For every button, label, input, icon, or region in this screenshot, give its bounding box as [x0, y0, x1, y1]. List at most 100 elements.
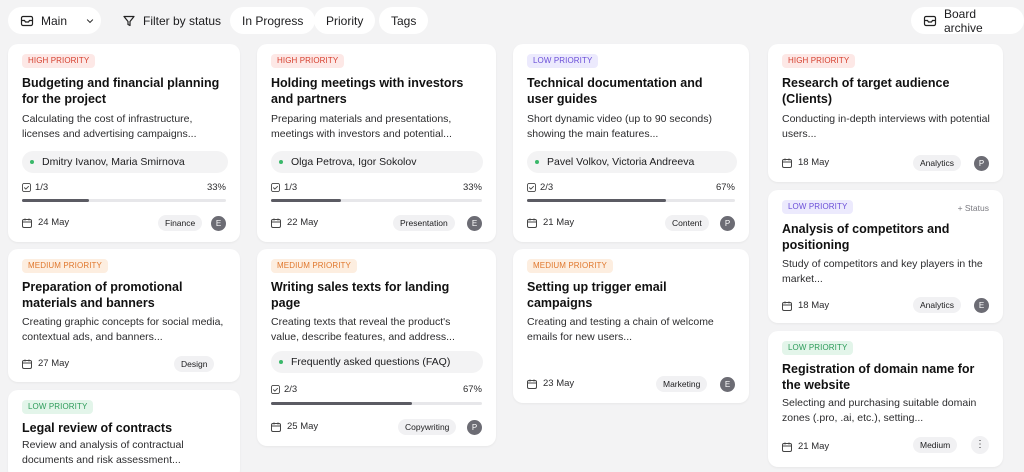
progress-fill — [271, 402, 413, 405]
task-card[interactable]: MEDIUM PRIORITY Writing sales texts for … — [257, 249, 496, 446]
progress-text: 1/3 — [284, 182, 298, 193]
task-title: Legal review of contracts — [22, 421, 173, 435]
priority-badge: LOW PRIORITY — [782, 341, 854, 355]
checklist-icon — [527, 183, 536, 192]
task-description: Conducting in-depth interviews with pote… — [782, 113, 990, 140]
due-date-text: 18 May — [798, 300, 830, 311]
task-title: Research of target audience (Clients) — [782, 76, 950, 106]
tag[interactable]: Design — [174, 356, 215, 372]
task-title: Budgeting and financial planning for the… — [22, 76, 220, 106]
task-card[interactable]: LOW PRIORITY Technical documentation and… — [513, 44, 749, 242]
progress-bar — [527, 199, 735, 202]
calendar-icon — [22, 359, 32, 369]
due-date: 21 May — [782, 441, 829, 452]
avatar: P — [974, 156, 989, 171]
add-status-button[interactable]: + Status — [958, 203, 989, 213]
due-date: 27 May — [22, 358, 69, 369]
calendar-icon — [782, 442, 792, 452]
due-date-text: 27 May — [38, 358, 70, 369]
task-card[interactable]: HIGH PRIORITY Holding meetings with inve… — [257, 44, 496, 242]
calendar-icon — [782, 301, 792, 311]
more-menu-icon[interactable]: ⋮ — [971, 436, 989, 454]
tab-tags[interactable]: Tags — [379, 7, 429, 34]
due-date-text: 23 May — [543, 378, 575, 389]
tag[interactable]: Copywriting — [398, 419, 457, 435]
due-date-text: 18 May — [798, 157, 830, 168]
task-card[interactable]: HIGH PRIORITY Research of target audienc… — [768, 44, 1003, 182]
task-description: Creating texts that reveal the product's… — [271, 316, 455, 343]
filter-by-status-button[interactable]: Filter by status — [122, 7, 221, 34]
progress-fill — [22, 199, 90, 202]
due-date: 18 May — [782, 300, 829, 311]
task-card[interactable]: MEDIUM PRIORITY Setting up trigger email… — [513, 249, 749, 403]
due-date-text: 21 May — [543, 217, 575, 228]
task-title: Holding meetings with investors and part… — [271, 76, 464, 106]
task-description: Preparing materials and presentations, m… — [271, 113, 452, 140]
progress-text: 2/3 — [540, 182, 554, 193]
task-title: Technical documentation and user guides — [527, 76, 703, 106]
tag[interactable]: Finance — [158, 215, 203, 231]
priority-badge: MEDIUM PRIORITY — [271, 259, 357, 273]
due-date: 22 May — [271, 217, 318, 228]
subtask-item[interactable]: Frequently asked questions (FAQ) — [271, 351, 483, 373]
board-archive-label: Board archive — [944, 6, 983, 35]
tag[interactable]: Medium — [913, 437, 958, 453]
tab-priority[interactable]: Priority — [314, 7, 376, 34]
progress-bar — [271, 402, 482, 405]
priority-badge: MEDIUM PRIORITY — [22, 259, 108, 273]
priority-badge: MEDIUM PRIORITY — [527, 259, 613, 273]
priority-badge: LOW PRIORITY — [527, 54, 599, 68]
due-date-text: 21 May — [798, 441, 830, 452]
progress-percent: 67% — [462, 384, 482, 395]
task-description: Short dynamic video (up to 90 seconds) s… — [527, 113, 713, 140]
filter-label: Filter by status — [143, 13, 222, 28]
due-date-text: 22 May — [287, 217, 319, 228]
priority-badge: HIGH PRIORITY — [782, 54, 856, 68]
calendar-icon — [22, 218, 32, 228]
tab-in-progress-label: In Progress — [242, 13, 304, 28]
tag[interactable]: Content — [665, 215, 709, 231]
progress-bar — [22, 199, 226, 202]
task-description: Calculating the cost of infrastructure, … — [22, 113, 197, 140]
due-date: 24 May — [22, 217, 69, 228]
tab-in-progress[interactable]: In Progress — [230, 7, 316, 34]
due-date: 18 May — [782, 157, 829, 168]
task-description: Creating and testing a chain of welcome … — [527, 316, 714, 343]
chevron-down-icon — [85, 16, 95, 26]
tag[interactable]: Analytics — [913, 297, 962, 313]
due-date: 23 May — [527, 378, 574, 389]
board-archive-button[interactable]: Board archive — [911, 6, 1024, 35]
assignees[interactable]: Pavel Volkov, Victoria Andreeva — [527, 151, 737, 173]
task-card[interactable]: LOW PRIORITY + Status Analysis of compet… — [768, 190, 1003, 323]
task-card[interactable]: LOW PRIORITY Registration of domain name… — [768, 331, 1003, 467]
task-card[interactable]: LOW PRIORITY Legal review of contracts R… — [8, 390, 240, 472]
task-description: Creating graphic concepts for social med… — [22, 316, 224, 343]
tab-priority-label: Priority — [326, 13, 364, 28]
task-card[interactable]: HIGH PRIORITY Budgeting and financial pl… — [8, 44, 240, 242]
tab-tags-label: Tags — [391, 13, 417, 28]
tag[interactable]: Presentation — [393, 215, 455, 231]
assignees[interactable]: Olga Petrova, Igor Sokolov — [271, 151, 483, 173]
board-icon — [20, 14, 34, 28]
tag[interactable]: Marketing — [656, 376, 708, 392]
progress-count: 1/3 — [271, 182, 297, 193]
board-selector[interactable]: Main — [8, 7, 101, 34]
filter-icon — [122, 14, 136, 28]
progress-percent: 33% — [206, 182, 226, 193]
progress-count: 2/3 — [527, 182, 553, 193]
task-title: Analysis of competitors and positioning — [782, 222, 950, 252]
task-title: Registration of domain name for the webs… — [782, 362, 975, 392]
tag[interactable]: Analytics — [913, 155, 962, 171]
task-card[interactable]: MEDIUM PRIORITY Preparation of promotion… — [8, 249, 240, 382]
progress-text: 1/3 — [35, 182, 49, 193]
calendar-icon — [271, 422, 281, 432]
calendar-icon — [271, 218, 281, 228]
priority-badge: HIGH PRIORITY — [22, 54, 96, 68]
assignees[interactable]: Dmitry Ivanov, Maria Smirnova — [22, 151, 228, 173]
task-description: Selecting and purchasing suitable domain… — [782, 397, 977, 424]
calendar-icon — [527, 218, 537, 228]
avatar: E — [720, 377, 735, 392]
progress-count: 1/3 — [22, 182, 48, 193]
due-date: 25 May — [271, 421, 318, 432]
progress-count: 2/3 — [271, 384, 297, 395]
